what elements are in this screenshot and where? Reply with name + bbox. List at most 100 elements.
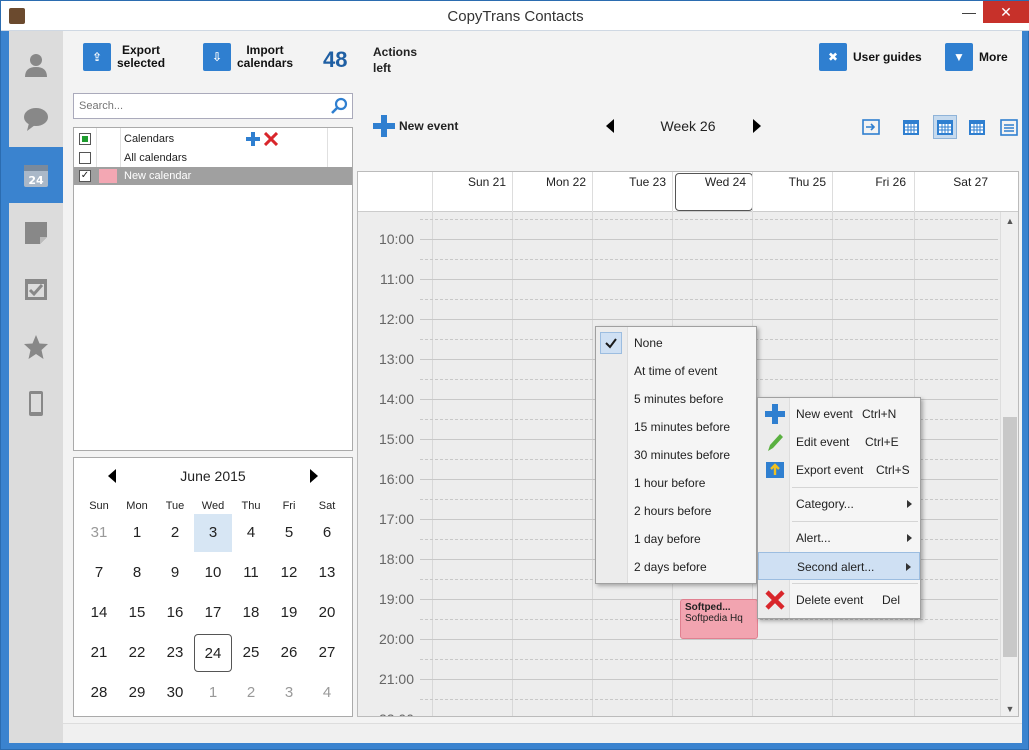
calendar-day[interactable]: 9 — [156, 554, 194, 592]
calendar-day[interactable]: 3 — [194, 514, 232, 552]
half-hour-line — [420, 219, 998, 220]
calendar-day[interactable]: 14 — [80, 594, 118, 632]
day-column-header[interactable]: Tue 23 — [592, 172, 672, 212]
view-agenda-button[interactable] — [859, 115, 883, 139]
search-icon[interactable] — [331, 97, 349, 115]
day-column-header[interactable]: Fri 26 — [832, 172, 912, 212]
calendar-day[interactable]: 31 — [80, 514, 118, 552]
calendar-day[interactable]: 25 — [232, 634, 270, 672]
calendar-day[interactable]: 12 — [270, 554, 308, 592]
calendar-day[interactable]: 5 — [270, 514, 308, 552]
calendar-day[interactable]: 3 — [270, 674, 308, 712]
menu-category[interactable]: Category... — [758, 490, 920, 518]
calendar-day[interactable]: 18 — [232, 594, 270, 632]
search-input[interactable] — [74, 94, 324, 118]
calendar-day[interactable]: 1 — [118, 514, 156, 552]
hour-line — [420, 679, 998, 680]
menu-export-event[interactable]: Export event Ctrl+S — [758, 456, 920, 484]
calendar-day[interactable]: 2 — [232, 674, 270, 712]
calendar-day[interactable]: 20 — [308, 594, 346, 632]
select-all-checkbox[interactable] — [79, 133, 91, 145]
user-guides-label: User guides — [853, 49, 922, 64]
minimize-button[interactable]: — — [956, 1, 982, 23]
calendar-day[interactable]: 8 — [118, 554, 156, 592]
menu-label: Delete event — [796, 593, 864, 607]
alert-option[interactable]: None — [596, 329, 756, 357]
next-week-button[interactable] — [753, 119, 761, 133]
export-selected-button[interactable]: ⇪ Export selected — [83, 43, 165, 71]
menu-delete-event[interactable]: Delete event Del — [758, 586, 920, 614]
view-month-button[interactable] — [965, 115, 989, 139]
view-week-button[interactable] — [933, 115, 957, 139]
calendar-day[interactable]: 28 — [80, 674, 118, 712]
calendar-day[interactable]: 15 — [118, 594, 156, 632]
more-button[interactable]: ▼ More — [945, 43, 1008, 71]
close-button[interactable]: ✕ — [983, 1, 1029, 23]
alert-option[interactable]: 2 days before — [596, 553, 756, 581]
calendar-day[interactable]: 24 — [194, 634, 232, 672]
nav-contacts[interactable] — [9, 37, 63, 93]
calendar-day[interactable]: 22 — [118, 634, 156, 672]
calendar-day[interactable]: 29 — [118, 674, 156, 712]
calendar-day[interactable]: 16 — [156, 594, 194, 632]
import-calendars-button[interactable]: ⇩ Import calendars — [203, 43, 293, 71]
alert-option[interactable]: At time of event — [596, 357, 756, 385]
nav-messages[interactable] — [9, 91, 63, 147]
view-list-button[interactable] — [997, 115, 1021, 139]
menu-alert[interactable]: Alert... — [758, 524, 920, 552]
scroll-thumb[interactable] — [1003, 417, 1017, 657]
left-nav: 24 — [9, 31, 63, 743]
next-month-button[interactable] — [310, 469, 318, 483]
day-column-header[interactable]: Thu 25 — [752, 172, 832, 212]
alert-option[interactable]: 30 minutes before — [596, 441, 756, 469]
alert-option[interactable]: 2 hours before — [596, 497, 756, 525]
nav-calendar[interactable]: 24 — [9, 147, 63, 203]
calendar-day[interactable]: 27 — [308, 634, 346, 672]
menu-edit-event[interactable]: Edit event Ctrl+E — [758, 428, 920, 456]
nav-notes[interactable] — [9, 205, 63, 261]
calendar-day[interactable]: 4 — [308, 674, 346, 712]
alert-option[interactable]: 15 minutes before — [596, 413, 756, 441]
calendar-day[interactable]: 21 — [80, 634, 118, 672]
calendar-item-new[interactable]: ✓ New calendar — [74, 167, 352, 185]
calendar-day[interactable]: 17 — [194, 594, 232, 632]
calendar-day[interactable]: 4 — [232, 514, 270, 552]
calendar-day[interactable]: 26 — [270, 634, 308, 672]
scroll-down-icon[interactable]: ▼ — [1005, 704, 1015, 714]
alert-option[interactable]: 1 hour before — [596, 469, 756, 497]
calendar-day[interactable]: 23 — [156, 634, 194, 672]
alert-option[interactable]: 5 minutes before — [596, 385, 756, 413]
day-column-header[interactable]: Mon 22 — [512, 172, 592, 212]
calendar-checkbox[interactable] — [79, 152, 91, 164]
calendar-day[interactable]: 2 — [156, 514, 194, 552]
add-calendar-icon[interactable] — [246, 132, 260, 146]
nav-device[interactable] — [9, 375, 63, 431]
phone-icon — [29, 391, 43, 416]
calendar-day[interactable]: 1 — [194, 674, 232, 712]
day-column-header[interactable]: Sat 27 — [914, 172, 994, 212]
day-column-header[interactable]: Sun 21 — [432, 172, 512, 212]
menu-new-event[interactable]: New event Ctrl+N — [758, 400, 920, 428]
alert-option[interactable]: 1 day before — [596, 525, 756, 553]
calendar-day[interactable]: 11 — [232, 554, 270, 592]
calendar-day[interactable]: 19 — [270, 594, 308, 632]
calendar-day[interactable]: 7 — [80, 554, 118, 592]
user-guides-button[interactable]: ✖ User guides — [819, 43, 922, 71]
day-column-header[interactable]: Wed 24 — [672, 172, 753, 212]
prev-week-button[interactable] — [606, 119, 614, 133]
calendar-day[interactable]: 10 — [194, 554, 232, 592]
calendar-item-all[interactable]: All calendars — [74, 149, 352, 167]
calendar-day[interactable]: 30 — [156, 674, 194, 712]
grid-scrollbar[interactable]: ▲ ▼ — [1000, 212, 1018, 716]
nav-tasks[interactable] — [9, 261, 63, 317]
calendar-day[interactable]: 13 — [308, 554, 346, 592]
calendar-checkbox[interactable]: ✓ — [79, 170, 91, 182]
view-day-button[interactable] — [899, 115, 923, 139]
scroll-up-icon[interactable]: ▲ — [1005, 216, 1015, 226]
nav-favorites[interactable] — [9, 319, 63, 375]
calendar-day[interactable]: 6 — [308, 514, 346, 552]
calendar-event[interactable]: Softped... Softpedia Hq — [680, 599, 758, 639]
menu-second-alert[interactable]: Second alert... — [758, 552, 920, 580]
new-event-button[interactable]: New event — [373, 115, 458, 137]
delete-calendar-icon[interactable] — [264, 132, 278, 146]
